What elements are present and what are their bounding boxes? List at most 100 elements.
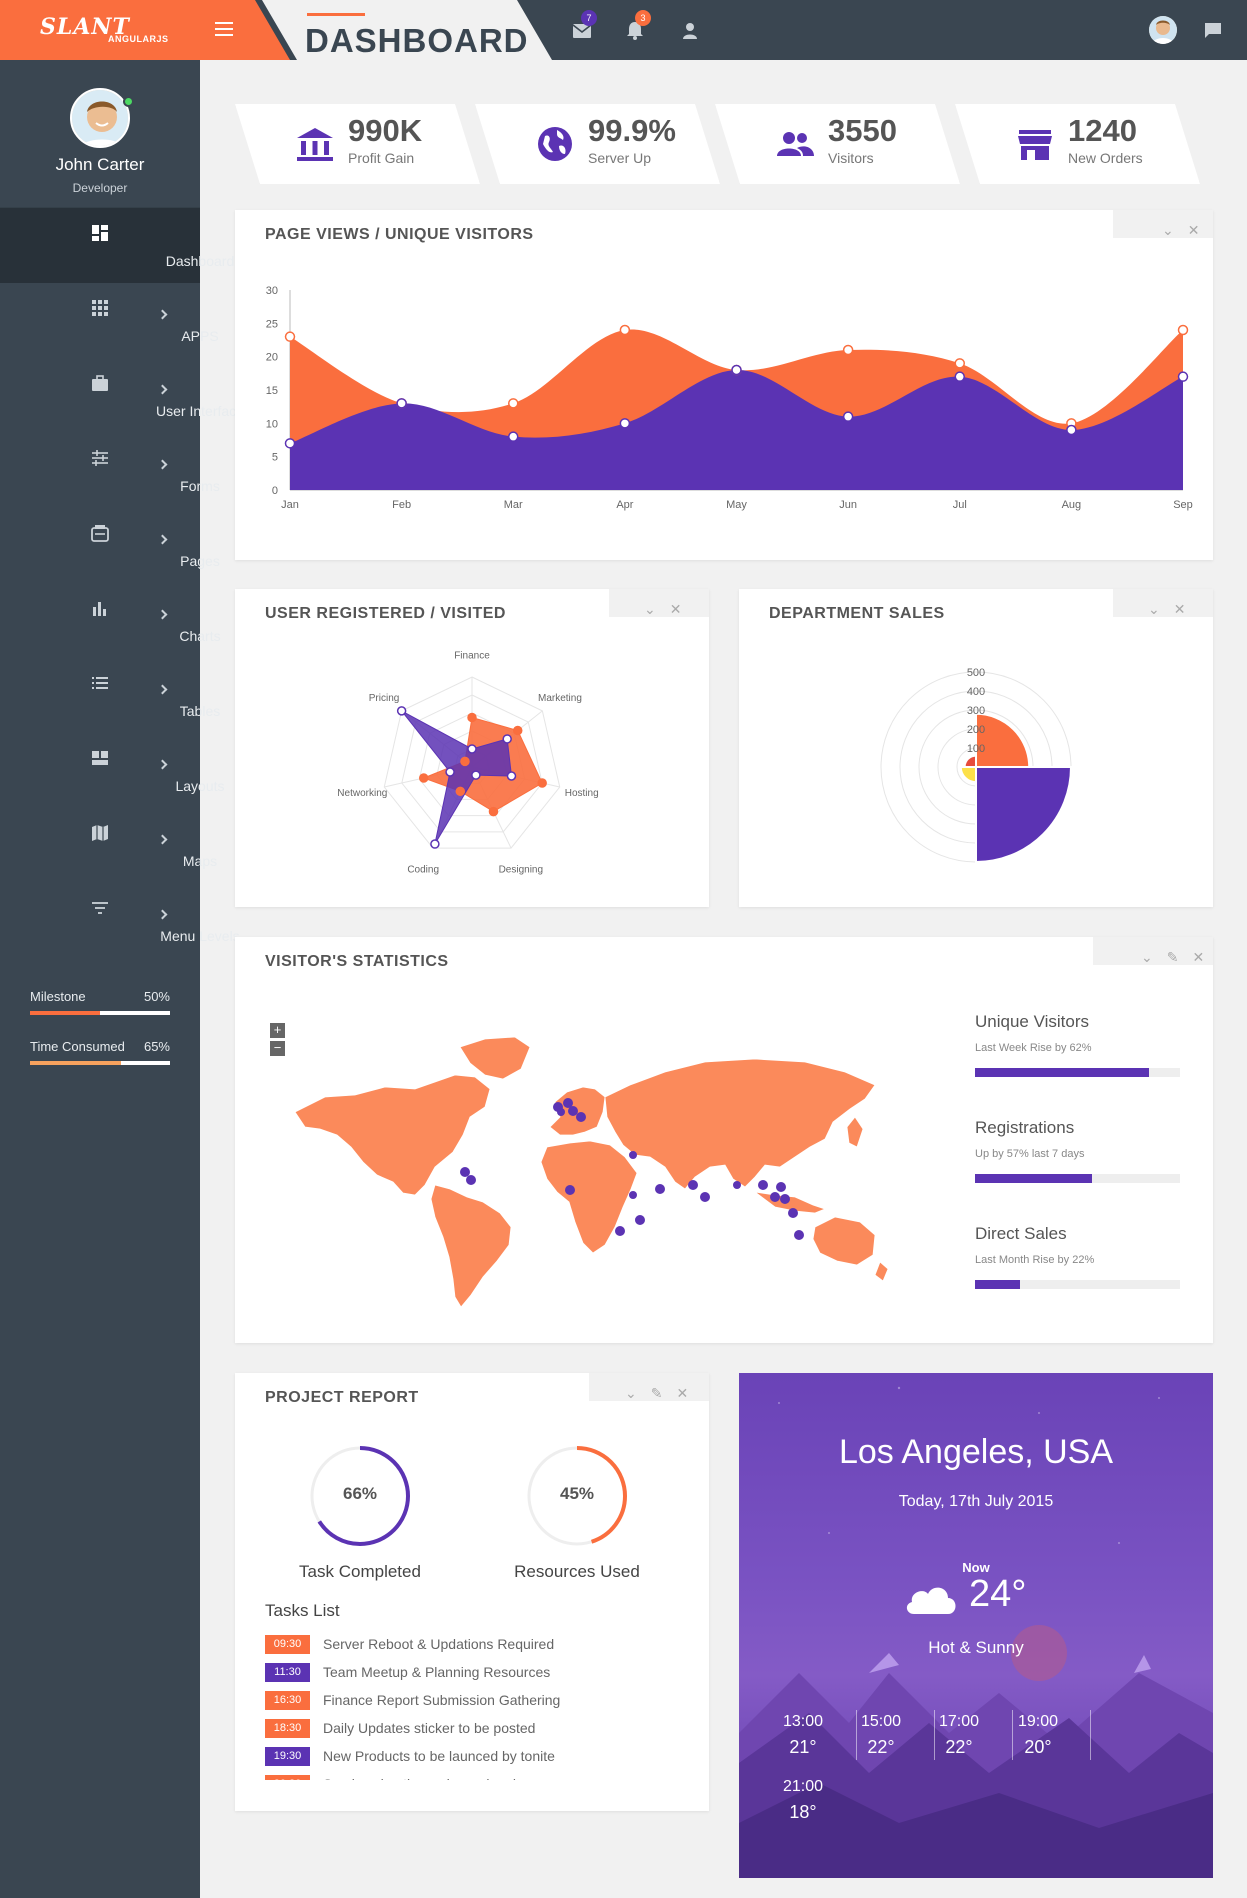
data-point[interactable] xyxy=(1066,424,1077,436)
data-point[interactable] xyxy=(284,331,296,342)
radar-point[interactable] xyxy=(502,734,512,744)
milestone-fill xyxy=(30,1011,100,1015)
sidebar-item-dashboard[interactable]: Dashboard xyxy=(0,208,234,283)
radar-point[interactable] xyxy=(418,773,429,783)
hamburger-menu-icon[interactable] xyxy=(215,22,233,36)
data-point[interactable] xyxy=(1177,324,1189,336)
dashboard-icon xyxy=(92,225,108,241)
edit-icon[interactable]: ✎ xyxy=(651,1385,663,1401)
radar-point[interactable] xyxy=(396,706,407,716)
task-time-badge: 19:30 xyxy=(265,1747,310,1766)
user-icon[interactable] xyxy=(683,20,703,40)
radar-point[interactable] xyxy=(445,767,455,777)
chat-icon[interactable] xyxy=(1205,20,1225,40)
radar-point[interactable] xyxy=(455,786,466,797)
data-point[interactable] xyxy=(842,411,854,422)
data-point[interactable] xyxy=(1177,371,1189,382)
data-point[interactable] xyxy=(619,324,631,336)
user-registered-card: USER REGISTERED / VISITED ⌄ ✕ Finance Mark… xyxy=(235,589,709,907)
map-zoom-in-button[interactable]: + xyxy=(270,1023,285,1038)
card-title: PAGE VIEWS / UNIQUE VISITORS xyxy=(265,226,534,243)
bell-badge: 3 xyxy=(635,10,651,26)
sidebar-item-apps[interactable]: APPS xyxy=(0,283,219,358)
radar-axis-label: Networking xyxy=(337,788,387,799)
data-point[interactable] xyxy=(619,418,631,429)
stat-label: Visitors xyxy=(828,150,874,166)
sidebar-item-layouts[interactable]: Layouts xyxy=(0,733,225,808)
task-time-badge: 11:30 xyxy=(265,1663,310,1682)
data-point[interactable] xyxy=(508,431,519,442)
stat-value: 990K xyxy=(348,113,423,148)
milestone-label: Milestone xyxy=(30,989,86,1004)
x-tick-label: Jun xyxy=(839,499,857,511)
task-text: Server Reboot & Updations Required xyxy=(323,1636,555,1652)
close-icon[interactable]: ✕ xyxy=(1174,601,1186,617)
data-point[interactable] xyxy=(396,398,407,409)
sidebar-item-menu-levels[interactable]: Menu Levels xyxy=(0,883,240,958)
radar-point[interactable] xyxy=(467,744,477,754)
sidebar-item-pages[interactable]: Pages xyxy=(0,508,220,583)
sidebar-item-user-interface[interactable]: User Interface xyxy=(0,358,244,433)
sidebar-item-forms[interactable]: Forms xyxy=(0,433,220,508)
radar-axis-label: Hosting xyxy=(565,788,599,799)
chevron-right-icon xyxy=(157,309,168,320)
x-tick-label: May xyxy=(726,499,747,511)
collapse-icon[interactable]: ⌄ xyxy=(1148,601,1160,617)
stat-profit: 990K Profit Gain xyxy=(235,104,480,184)
avatar[interactable] xyxy=(70,88,130,148)
sidebar-item-charts[interactable]: Charts xyxy=(0,583,221,658)
radar-point[interactable] xyxy=(460,756,470,767)
data-point[interactable] xyxy=(284,438,296,449)
polar-slice[interactable] xyxy=(963,754,977,768)
top-avatar[interactable] xyxy=(1149,16,1177,44)
time-consumed-progress: Time Consumed 65% xyxy=(30,1039,170,1065)
forecast-item: 21:00 18° xyxy=(773,1778,833,1823)
donut-value: 66% xyxy=(342,1484,378,1503)
briefcase-icon xyxy=(92,375,108,391)
radar-point[interactable] xyxy=(471,770,481,780)
radar-point[interactable] xyxy=(430,839,440,849)
sidebar-item-maps[interactable]: Maps xyxy=(0,808,217,883)
close-icon[interactable]: ✕ xyxy=(1192,949,1204,965)
close-icon[interactable]: ✕ xyxy=(1188,222,1200,238)
stat-server: 99.9% Server Up xyxy=(475,104,720,184)
chevron-right-icon xyxy=(157,384,168,395)
bell-icon[interactable]: 3 xyxy=(627,10,651,40)
radar-axis-label: Marketing xyxy=(538,693,582,704)
edit-icon[interactable]: ✎ xyxy=(1167,949,1179,965)
close-icon[interactable]: ✕ xyxy=(676,1385,688,1401)
close-icon[interactable]: ✕ xyxy=(670,601,682,617)
visitor-statistics-card: VISITOR'S STATISTICS ⌄ ✎ ✕ + − Unique Vi… xyxy=(235,937,1213,1343)
mail-icon[interactable]: 7 xyxy=(572,10,597,40)
profile-block: John Carter Developer xyxy=(0,60,200,208)
radar-point[interactable] xyxy=(537,778,547,788)
collapse-icon[interactable]: ⌄ xyxy=(1162,222,1174,238)
data-point[interactable] xyxy=(508,398,519,409)
radar-point[interactable] xyxy=(512,725,523,736)
radar-point[interactable] xyxy=(506,771,517,781)
milestone-value: 50% xyxy=(143,989,170,1004)
collapse-icon[interactable]: ⌄ xyxy=(625,1385,637,1401)
polar-slice[interactable] xyxy=(975,712,1031,768)
forecast-time: 19:00 xyxy=(1017,1713,1059,1730)
polar-tick-label: 400 xyxy=(967,686,985,698)
polar-tick-label: 500 xyxy=(967,667,985,679)
chevron-right-icon xyxy=(157,459,168,470)
x-tick-label: Jul xyxy=(953,499,967,511)
data-point[interactable] xyxy=(954,371,965,382)
collapse-icon[interactable]: ⌄ xyxy=(644,601,656,617)
data-point[interactable] xyxy=(954,358,965,369)
sidebar-item-tables[interactable]: Tables xyxy=(0,658,220,733)
x-tick-label: Aug xyxy=(1062,499,1082,511)
data-point[interactable] xyxy=(731,364,742,376)
logo[interactable]: SLANT ANGULARJS xyxy=(0,0,290,60)
polar-slice[interactable] xyxy=(959,766,977,784)
radar-point[interactable] xyxy=(488,806,499,817)
data-point[interactable] xyxy=(842,344,854,356)
people-icon xyxy=(777,132,814,156)
collapse-icon[interactable]: ⌄ xyxy=(1141,949,1153,965)
radar-point[interactable] xyxy=(467,712,477,723)
map-zoom-out-button[interactable]: − xyxy=(270,1041,285,1056)
polar-slice[interactable] xyxy=(975,766,1073,864)
world-map[interactable] xyxy=(285,1017,965,1317)
